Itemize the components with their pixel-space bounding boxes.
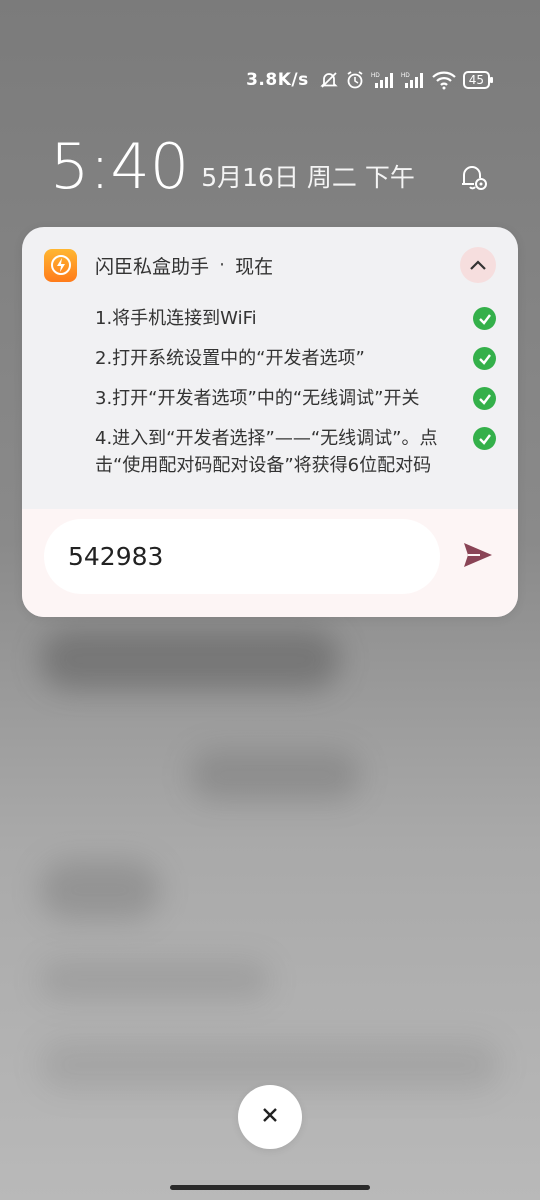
background-blur (40, 960, 270, 1000)
reply-area: 542983 (22, 509, 518, 617)
check-icon (473, 307, 496, 330)
close-icon (261, 1106, 279, 1128)
step-text: 4.进入到“开发者选择”——“无线调试”。点击“使用配对码配对设备”将获得6位配… (95, 428, 438, 476)
bell-muted-icon (319, 70, 339, 90)
list-item: 4.进入到“开发者选择”——“无线调试”。点击“使用配对码配对设备”将获得6位配… (95, 425, 496, 479)
background-blur (40, 630, 340, 690)
home-indicator[interactable] (170, 1185, 370, 1190)
hd-signal-1-icon: HD (371, 70, 395, 90)
app-name: 闪臣私盒助手 (95, 255, 210, 278)
send-button[interactable] (460, 539, 496, 575)
check-icon (473, 427, 496, 450)
network-speed: 3.8K/s (246, 70, 309, 90)
svg-text:HD: HD (401, 73, 410, 79)
header-separator: · (219, 254, 226, 276)
close-button[interactable] (238, 1085, 302, 1149)
background-blur (190, 750, 360, 800)
app-icon (44, 248, 77, 282)
step-text: 3.打开“开发者选项”中的“无线调试”开关 (95, 388, 420, 409)
check-icon (473, 347, 496, 370)
list-item: 3.打开“开发者选项”中的“无线调试”开关 (95, 385, 496, 412)
notification-card[interactable]: 闪臣私盒助手 · 现在 1.将手机连接到WiFi 2.打开系统设置中的“开发者选… (22, 227, 518, 617)
collapse-button[interactable] (460, 247, 496, 283)
list-item: 2.打开系统设置中的“开发者选项” (95, 345, 496, 372)
wifi-icon (431, 70, 457, 90)
check-icon (473, 387, 496, 410)
notification-settings-icon[interactable] (456, 160, 490, 198)
background-blur (40, 1040, 500, 1090)
clock-date: 5月16日 周二 下午 (201, 163, 415, 192)
reply-input[interactable]: 542983 (44, 519, 440, 594)
battery-indicator: 45 (462, 71, 494, 89)
lockscreen-clock-row: 5:40 5月16日 周二 下午 (50, 136, 500, 198)
hd-signal-2-icon: HD (401, 70, 425, 90)
step-text: 1.将手机连接到WiFi (95, 308, 257, 329)
svg-text:HD: HD (371, 73, 380, 79)
background-blur (40, 860, 160, 920)
alarm-icon (345, 70, 365, 90)
step-text: 2.打开系统设置中的“开发者选项” (95, 348, 365, 369)
notification-header: 闪臣私盒助手 · 现在 (44, 247, 496, 283)
list-item: 1.将手机连接到WiFi (95, 305, 496, 332)
clock-time: 5:40 (50, 130, 190, 203)
send-icon (462, 541, 494, 573)
chevron-up-icon (469, 256, 487, 275)
steps-list: 1.将手机连接到WiFi 2.打开系统设置中的“开发者选项” 3.打开“开发者选… (95, 305, 496, 492)
notification-time: 现在 (235, 255, 274, 278)
status-bar: 3.8K/s HD HD 45 (246, 66, 494, 94)
